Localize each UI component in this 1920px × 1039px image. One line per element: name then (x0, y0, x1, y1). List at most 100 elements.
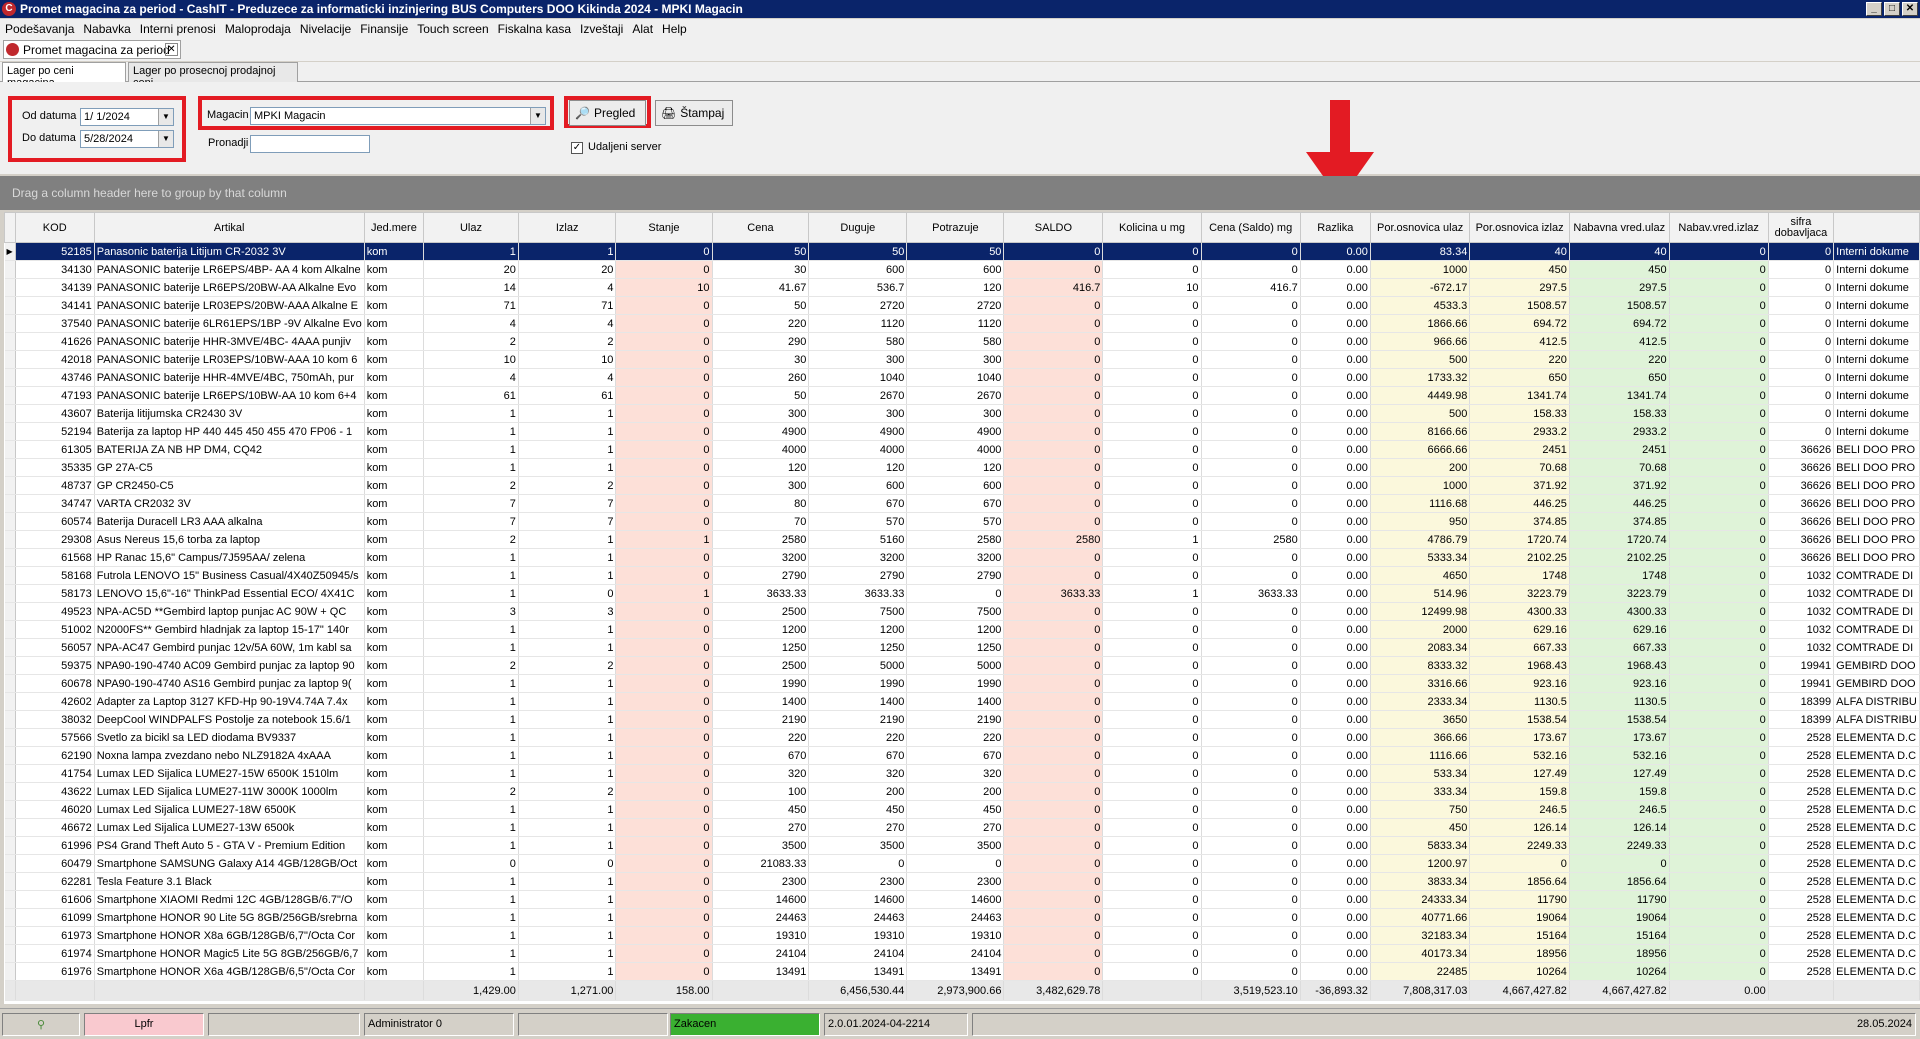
table-row[interactable]: 56057 NPA-AC47 Gembird punjac 12v/5A 60W,… (4, 638, 1920, 657)
col-header-kolicina-u-mg[interactable]: Kolicina u mg (1102, 212, 1202, 243)
cell-nabavna-vred-ulaz[interactable]: 1130.5 (1569, 692, 1670, 711)
table-row[interactable]: 46672 Lumax Led Sijalica LUME27-13W 6500k… (4, 818, 1920, 837)
cell-izlaz[interactable]: 2 (518, 332, 617, 351)
cell-stanje[interactable]: 0 (615, 710, 713, 729)
cell-razlika[interactable]: 0.00 (1300, 386, 1371, 405)
cell-duguje[interactable]: 1120 (808, 314, 908, 333)
cell-cena-saldo-mg[interactable]: 0 (1201, 620, 1301, 639)
cell-duguje[interactable]: 7500 (808, 602, 908, 621)
cell-razlika[interactable]: 0.00 (1300, 440, 1371, 459)
cell-nabavna-vred-ulaz[interactable]: 2102.25 (1569, 548, 1670, 567)
cell-dobavljac[interactable]: ALFA DISTRIBU (1833, 692, 1920, 711)
cell-razlika[interactable]: 0.00 (1300, 620, 1371, 639)
cell-dobavljac[interactable]: ELEMENTA D.C (1833, 962, 1920, 981)
cell-izlaz[interactable]: 1 (518, 710, 617, 729)
cell-kod[interactable]: 48737 (15, 476, 95, 495)
cell-por-osnovica-izlaz[interactable]: 1856.64 (1469, 872, 1570, 891)
cell-potrazuje[interactable]: 670 (906, 746, 1005, 765)
cell-por-osnovica-izlaz[interactable]: 694.72 (1469, 314, 1570, 333)
cell-cena[interactable]: 2790 (712, 566, 810, 585)
cell-sifra-dobavljaca[interactable]: 0 (1768, 368, 1835, 387)
cell-stanje[interactable]: 0 (615, 296, 713, 315)
table-row[interactable]: 42018 PANASONIC baterije LR03EPS/10BW-AAA… (4, 350, 1920, 369)
col-header-por-osnovica-izlaz[interactable]: Por.osnovica izlaz (1469, 212, 1570, 243)
cell-duguje[interactable]: 580 (808, 332, 908, 351)
cell-sifra-dobavljaca[interactable]: 0 (1768, 278, 1835, 297)
cell-sifra-dobavljaca[interactable]: 0 (1768, 242, 1835, 261)
cell-nabavna-vred-ulaz[interactable]: 2933.2 (1569, 422, 1670, 441)
row-indicator[interactable] (4, 908, 16, 927)
cell-nabavna-vred-ulaz[interactable]: 10264 (1569, 962, 1670, 981)
menu-alat[interactable]: Alat (627, 22, 657, 36)
cell-jed-mere[interactable]: kom (364, 476, 425, 495)
cell-nabav-vred-izlaz[interactable]: 0 (1669, 260, 1769, 279)
cell-saldo[interactable]: 0 (1003, 692, 1104, 711)
row-indicator[interactable] (4, 674, 16, 693)
cell-ulaz[interactable]: 3 (423, 602, 519, 621)
cell-kod[interactable]: 49523 (15, 602, 95, 621)
cell-izlaz[interactable]: 1 (518, 944, 617, 963)
cell-razlika[interactable]: 0.00 (1300, 566, 1371, 585)
row-indicator[interactable] (4, 332, 16, 351)
cell-potrazuje[interactable]: 50 (906, 242, 1005, 261)
cell-izlaz[interactable]: 2 (518, 782, 617, 801)
cell-izlaz[interactable]: 2 (518, 656, 617, 675)
col-header-duguje[interactable]: Duguje (808, 212, 908, 243)
table-row[interactable]: 60574 Baterija Duracell LR3 AAA alkalna ko… (4, 512, 1920, 531)
cell-cena[interactable]: 3633.33 (712, 584, 810, 603)
cell-sifra-dobavljaca[interactable]: 0 (1768, 314, 1835, 333)
cell-jed-mere[interactable]: kom (364, 602, 425, 621)
cell-cena-saldo-mg[interactable]: 0 (1201, 332, 1301, 351)
cell-saldo[interactable]: 0 (1003, 764, 1104, 783)
cell-potrazuje[interactable]: 2790 (906, 566, 1005, 585)
cell-kolicina-u-mg[interactable]: 0 (1102, 656, 1202, 675)
cell-saldo[interactable]: 0 (1003, 890, 1104, 909)
cell-por-osnovica-ulaz[interactable]: 6666.66 (1370, 440, 1471, 459)
row-indicator[interactable] (4, 692, 16, 711)
cell-ulaz[interactable]: 7 (423, 512, 519, 531)
cell-izlaz[interactable]: 1 (518, 530, 617, 549)
cell-sifra-dobavljaca[interactable]: 0 (1768, 350, 1835, 369)
cell-nabav-vred-izlaz[interactable]: 0 (1669, 710, 1769, 729)
cell-nabavna-vred-ulaz[interactable]: 371.92 (1569, 476, 1670, 495)
cell-kod[interactable]: 38032 (15, 710, 95, 729)
cell-artikal[interactable]: GP 27A-C5 (94, 458, 365, 477)
cell-artikal[interactable]: NPA90-190-4740 AC09 Gembird punjac za la… (94, 656, 365, 675)
cell-stanje[interactable]: 0 (615, 494, 713, 513)
cell-cena[interactable]: 2300 (712, 872, 810, 891)
cell-razlika[interactable]: 0.00 (1300, 872, 1371, 891)
cell-nabav-vred-izlaz[interactable]: 0 (1669, 404, 1769, 423)
col-header-kod[interactable]: KOD (14, 212, 95, 243)
table-row[interactable]: 34139 PANASONIC baterije LR6EPS/20BW-AA A… (4, 278, 1920, 297)
cell-por-osnovica-ulaz[interactable]: 200 (1370, 458, 1471, 477)
row-indicator[interactable] (4, 476, 16, 495)
cell-stanje[interactable]: 10 (615, 278, 713, 297)
cell-saldo[interactable]: 0 (1003, 404, 1104, 423)
cell-nabav-vred-izlaz[interactable]: 0 (1669, 926, 1769, 945)
cell-stanje[interactable]: 0 (615, 332, 713, 351)
cell-dobavljac[interactable]: Interni dokume (1833, 242, 1920, 261)
cell-cena-saldo-mg[interactable]: 3633.33 (1201, 584, 1301, 603)
cell-stanje[interactable]: 0 (615, 782, 713, 801)
cell-jed-mere[interactable]: kom (364, 926, 425, 945)
cell-kod[interactable]: 62281 (15, 872, 95, 891)
cell-stanje[interactable]: 0 (615, 242, 713, 261)
cell-kolicina-u-mg[interactable]: 0 (1102, 458, 1202, 477)
cell-ulaz[interactable]: 1 (423, 728, 519, 747)
row-indicator[interactable] (4, 764, 16, 783)
cell-kolicina-u-mg[interactable]: 0 (1102, 494, 1202, 513)
cell-por-osnovica-izlaz[interactable]: 1748 (1469, 566, 1570, 585)
cell-por-osnovica-izlaz[interactable]: 220 (1469, 350, 1570, 369)
cell-stanje[interactable]: 0 (615, 476, 713, 495)
cell-razlika[interactable]: 0.00 (1300, 296, 1371, 315)
cell-ulaz[interactable]: 1 (423, 620, 519, 639)
cell-por-osnovica-ulaz[interactable]: 5833.34 (1370, 836, 1471, 855)
cell-por-osnovica-ulaz[interactable]: 4650 (1370, 566, 1471, 585)
table-row[interactable]: 41754 Lumax LED Sijalica LUME27-15W 6500K… (4, 764, 1920, 783)
cell-por-osnovica-izlaz[interactable]: 40 (1469, 242, 1570, 261)
cell-kod[interactable]: 59375 (15, 656, 95, 675)
cell-potrazuje[interactable]: 1200 (906, 620, 1005, 639)
cell-nabavna-vred-ulaz[interactable]: 158.33 (1569, 404, 1670, 423)
cell-saldo[interactable]: 0 (1003, 368, 1104, 387)
cell-cena[interactable]: 21083.33 (712, 854, 810, 873)
